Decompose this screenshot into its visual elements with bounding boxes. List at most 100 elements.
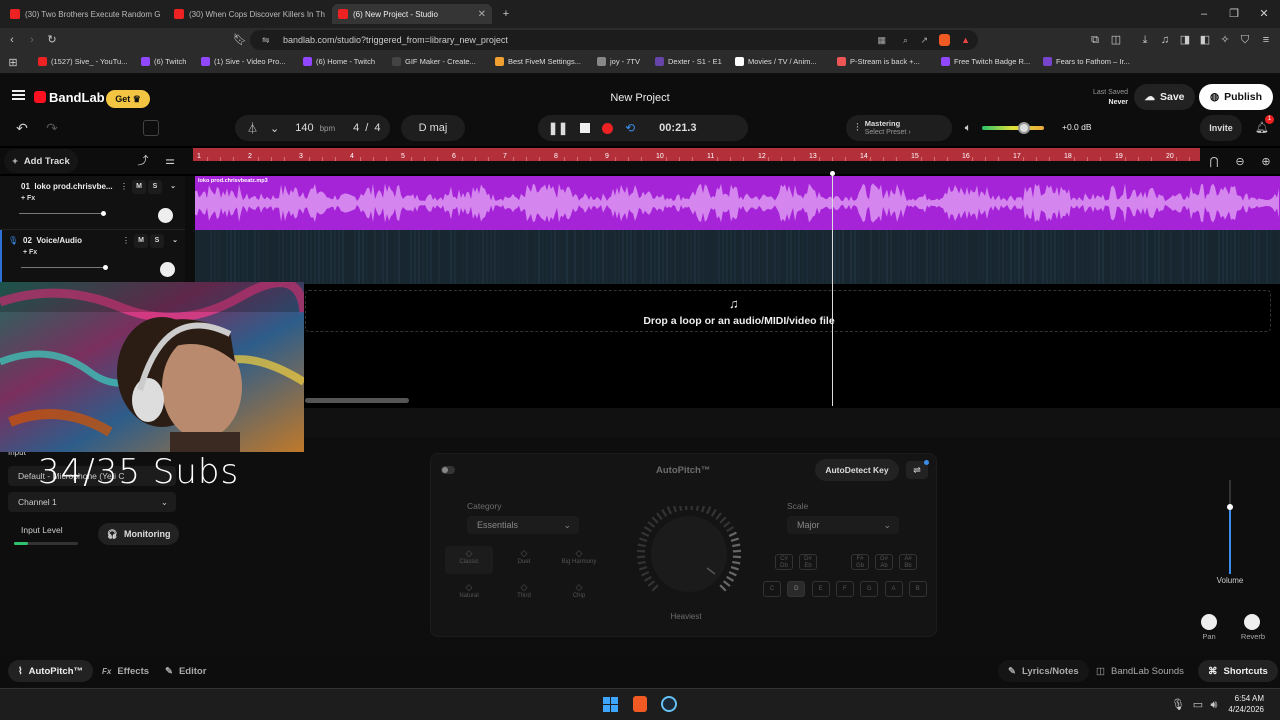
- record-icon[interactable]: [602, 122, 614, 134]
- solo-button[interactable]: S: [148, 180, 162, 194]
- close-icon[interactable]: ✕: [478, 9, 486, 20]
- url-field[interactable]: ⇋ bandlab.com/studio?triggered_from=libr…: [250, 30, 978, 50]
- knob-body[interactable]: [651, 516, 727, 592]
- mastering-button[interactable]: ⫶ Mastering Select Preset ›: [846, 115, 952, 141]
- media-icon[interactable]: ♫: [1157, 32, 1173, 48]
- key-sharp[interactable]: G# Ab: [875, 554, 893, 570]
- speaker-tray-icon[interactable]: 🔊︎: [1206, 697, 1222, 713]
- brave-shield-icon[interactable]: [939, 34, 950, 46]
- effects-tab[interactable]: Fx Effects: [92, 660, 159, 682]
- undo-icon[interactable]: ↶: [14, 120, 30, 136]
- more-icon[interactable]: ⋮: [122, 236, 130, 245]
- track-volume-slider[interactable]: [19, 211, 106, 216]
- brand-name[interactable]: BandLab: [49, 90, 105, 105]
- editor-tab[interactable]: ✎ Editor: [155, 660, 216, 682]
- download-icon[interactable]: ⤓: [1137, 32, 1153, 48]
- category-select[interactable]: Essentials ⌄: [467, 516, 579, 534]
- track-2-lane[interactable]: [195, 230, 1280, 284]
- publish-button[interactable]: ◍ Publish: [1199, 84, 1273, 110]
- metronome-dropdown-icon[interactable]: ⌄: [270, 122, 279, 135]
- bpm-value[interactable]: 140: [295, 122, 313, 134]
- key-natural[interactable]: E: [811, 581, 830, 597]
- track-name[interactable]: Voice/Audio: [36, 236, 82, 245]
- playhead[interactable]: [830, 171, 835, 406]
- back-icon[interactable]: ‹: [4, 32, 20, 48]
- zoom-icon[interactable]: ⌕: [903, 30, 908, 50]
- site-settings-icon[interactable]: ⇋: [262, 30, 270, 50]
- minimize-icon[interactable]: –: [1196, 6, 1212, 22]
- key-natural[interactable]: B: [908, 581, 927, 597]
- steam-icon[interactable]: [661, 696, 677, 712]
- scale-select[interactable]: Major ⌄: [787, 516, 899, 534]
- bandlab-sounds-button[interactable]: ◫ BandLab Sounds: [1086, 660, 1194, 682]
- wallet-icon[interactable]: ◧: [1197, 32, 1213, 48]
- extensions-icon[interactable]: ⧉: [1087, 32, 1103, 48]
- timeline-ruler[interactable]: 1 2 3 4 5 6 7 8 9 10 11 12 13 14 15 16 17 18 19 20: [193, 148, 1200, 161]
- loop-icon[interactable]: ⟲: [625, 121, 635, 135]
- bookmark-item[interactable]: (1527) Sive_ - YouTu...: [38, 57, 127, 66]
- track-pan-knob[interactable]: [160, 262, 175, 277]
- bookmark-item[interactable]: Best FiveM Settings...: [495, 57, 581, 66]
- key-natural[interactable]: D: [787, 581, 806, 597]
- key-natural[interactable]: F: [835, 581, 854, 597]
- key-natural[interactable]: G: [860, 581, 879, 597]
- time-sig-num[interactable]: 4: [353, 122, 359, 134]
- key-sharp[interactable]: D# Eb: [799, 554, 817, 570]
- monitoring-button[interactable]: 🎧︎ Monitoring: [98, 523, 179, 545]
- input-channel-select[interactable]: Channel 1 ⌄: [8, 492, 176, 512]
- menu-icon[interactable]: ≡: [1258, 32, 1274, 48]
- heaviness-knob[interactable]: [631, 506, 747, 602]
- horizontal-scrollbar[interactable]: [305, 398, 409, 403]
- leo-ai-icon[interactable]: ✧: [1217, 32, 1233, 48]
- sidebar-icon[interactable]: ◨: [1177, 32, 1193, 48]
- brave-browser-icon[interactable]: [633, 696, 647, 712]
- bookmark-item[interactable]: Free Twitch Badge R...: [941, 57, 1030, 66]
- piano-roll-icon[interactable]: [143, 120, 159, 136]
- add-track-button[interactable]: + Add Track: [4, 149, 78, 173]
- reload-icon[interactable]: ↻: [44, 32, 60, 48]
- autopitch-style-chip[interactable]: ◇ Chip: [555, 580, 603, 608]
- windows-start-icon[interactable]: [603, 697, 618, 712]
- volume-fader-track[interactable]: [1227, 480, 1233, 574]
- autopitch-style-natural[interactable]: ◇ Natural: [445, 580, 493, 608]
- bookmark-item[interactable]: (1) Sive - Video Pro...: [201, 57, 286, 66]
- qr-icon[interactable]: ▦: [877, 30, 886, 50]
- bookmark-item[interactable]: P-Stream is back +...: [837, 57, 920, 66]
- get-membership-button[interactable]: Get ♛: [106, 90, 150, 108]
- volume-knob[interactable]: [100, 211, 106, 216]
- key-sharp[interactable]: C# Db: [775, 554, 793, 570]
- autopitch-tab[interactable]: ⌇ AutoPitch™: [8, 660, 93, 682]
- master-volume-slider[interactable]: [982, 122, 1044, 134]
- stop-icon[interactable]: [580, 123, 591, 133]
- track-header-1[interactable]: 01 loko prod.chrisvbe... ⋮ M S ⌄ + Fx: [0, 176, 185, 230]
- autopitch-style-classic[interactable]: ◇ Classic: [445, 546, 493, 574]
- invite-button[interactable]: Invite: [1200, 115, 1242, 141]
- zoom-in-icon[interactable]: ⊕: [1258, 154, 1274, 170]
- bookmark-item[interactable]: Movies / TV / Anim...: [735, 57, 817, 66]
- master-volume-knob[interactable]: [1018, 122, 1030, 134]
- reverb-knob[interactable]: [1244, 614, 1260, 630]
- redo-icon[interactable]: ↷: [44, 120, 60, 136]
- maximize-icon[interactable]: ❐: [1226, 6, 1242, 22]
- autopitch-style-third[interactable]: ◇ Third: [500, 580, 548, 608]
- pan-knob[interactable]: [1201, 614, 1217, 630]
- window-close-icon[interactable]: ✕: [1256, 6, 1272, 22]
- zoom-out-icon[interactable]: ⊖: [1232, 154, 1248, 170]
- metronome-icon[interactable]: ⏃: [247, 120, 258, 136]
- bookmark-item[interactable]: joy - 7TV: [597, 57, 640, 66]
- browser-tab-active[interactable]: (6) New Project - Studio ✕: [332, 4, 492, 24]
- chevron-down-icon[interactable]: ⌄: [168, 234, 182, 248]
- key-natural[interactable]: A: [884, 581, 903, 597]
- lyrics-notes-button[interactable]: ✎ Lyrics/Notes: [998, 660, 1089, 682]
- key-natural[interactable]: C: [763, 581, 781, 597]
- system-clock[interactable]: 6:54 AM 4/24/2026: [1224, 693, 1264, 715]
- browser-tab[interactable]: (30) Two Brothers Execute Random G: [4, 4, 164, 24]
- plus-icon[interactable]: +: [498, 6, 514, 22]
- bookmark-item[interactable]: (6) Twitch: [141, 57, 186, 66]
- key-sharp[interactable]: A# Bb: [899, 554, 917, 570]
- mute-button[interactable]: M: [132, 180, 146, 194]
- volume-fader-knob[interactable]: [1227, 504, 1233, 510]
- track-pan-knob[interactable]: [158, 208, 173, 223]
- bookmark-item[interactable]: Dexter - S1 - E1: [655, 57, 722, 66]
- vpn-icon[interactable]: ⛉: [1237, 32, 1253, 48]
